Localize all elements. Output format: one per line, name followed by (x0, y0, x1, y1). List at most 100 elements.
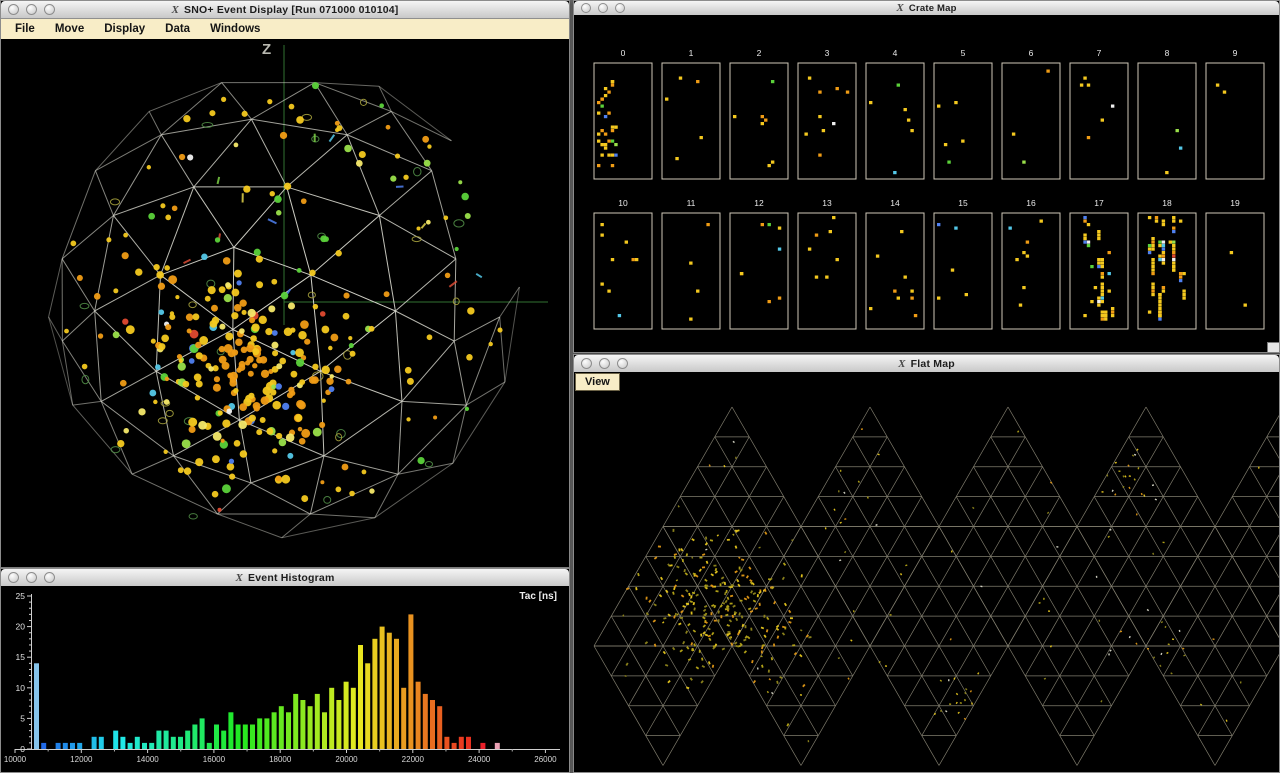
window-title: XCrate Map (574, 2, 1279, 14)
resize-handle[interactable] (1267, 342, 1279, 352)
minimize-button[interactable] (26, 572, 37, 583)
close-button[interactable] (581, 358, 592, 369)
menu-windows[interactable]: Windows (200, 21, 270, 37)
svg-text:0: 0 (20, 744, 25, 754)
histogram-bar (495, 743, 500, 749)
histogram-bar (171, 737, 176, 749)
histogram-bar (466, 737, 471, 749)
svg-text:12: 12 (754, 198, 764, 208)
flat-map-titlebar[interactable]: XFlat Map (574, 355, 1279, 373)
svg-text:15: 15 (958, 198, 968, 208)
histogram-bar (272, 712, 277, 749)
histogram-bar (408, 614, 413, 749)
histogram-bar (430, 700, 435, 749)
crate-panel-8 (1165, 129, 1182, 174)
crate-panel-9 (1216, 84, 1226, 94)
crate-map-titlebar[interactable]: XCrate Map (574, 1, 1279, 16)
histogram-bar (41, 743, 46, 749)
histogram-bar (56, 743, 61, 749)
svg-text:17: 17 (1094, 198, 1104, 208)
svg-text:5: 5 (20, 713, 25, 723)
histogram-bar (336, 700, 341, 749)
z-axis-label: Z (262, 41, 271, 58)
svg-text:5: 5 (961, 48, 966, 58)
histogram-bar (99, 737, 104, 749)
svg-text:18000: 18000 (269, 755, 292, 764)
crate-panel-13 (808, 216, 839, 279)
histogram-bar (228, 712, 233, 749)
svg-text:1: 1 (689, 48, 694, 58)
svg-text:6: 6 (1029, 48, 1034, 58)
svg-text:20: 20 (16, 622, 26, 632)
histogram-bar (322, 712, 327, 749)
svg-text:7: 7 (1097, 48, 1102, 58)
zoom-button[interactable] (617, 358, 628, 369)
histogram-bar (70, 743, 75, 749)
histogram-bar (286, 712, 291, 749)
histogram-bar (164, 731, 169, 749)
svg-text:10: 10 (16, 683, 26, 693)
window-title: XSNO+ Event Display [Run 071000 010104] (1, 4, 569, 16)
histogram-bar (293, 694, 298, 749)
histogram-axis-caption: Tac [ns] (519, 591, 557, 602)
histogram-bar (315, 694, 320, 749)
crate-panel-18 (1148, 216, 1186, 321)
close-button[interactable] (8, 572, 19, 583)
histogram-bar (200, 718, 205, 749)
sphere-display-canvas[interactable] (1, 39, 569, 567)
event-histogram-titlebar[interactable]: XEvent Histogram (1, 569, 569, 587)
close-button[interactable] (8, 4, 19, 15)
histogram-bar (34, 663, 39, 749)
crate-panel-14 (869, 230, 917, 317)
svg-text:0: 0 (621, 48, 626, 58)
crate-panel-10 (600, 223, 638, 317)
event-display-menubar: File Move Display Data Windows (1, 19, 569, 40)
svg-text:16: 16 (1026, 198, 1036, 208)
histogram-bar (192, 725, 197, 750)
view-menu-button[interactable]: View (575, 373, 620, 391)
histogram-bar (250, 725, 255, 750)
crate-panel-1 (665, 77, 703, 161)
svg-text:11: 11 (687, 198, 696, 208)
svg-text:14: 14 (890, 198, 900, 208)
svg-text:10: 10 (618, 198, 628, 208)
histogram-bar (178, 737, 183, 749)
histogram-canvas[interactable]: 0510152025100001200014000160001800020000… (1, 586, 569, 772)
crate-panel-6 (1012, 70, 1050, 164)
svg-text:22000: 22000 (402, 755, 425, 764)
svg-text:19: 19 (1230, 198, 1240, 208)
histogram-bar (257, 718, 262, 749)
menu-display[interactable]: Display (94, 21, 155, 37)
histogram-bar (149, 743, 154, 749)
close-button[interactable] (581, 3, 591, 13)
crate-panel-15 (937, 223, 968, 300)
svg-text:4: 4 (893, 48, 898, 58)
menu-file[interactable]: File (5, 21, 45, 37)
flat-map-window: XFlat Map View (573, 354, 1280, 773)
zoom-button[interactable] (44, 572, 55, 583)
zoom-button[interactable] (44, 4, 55, 15)
histogram-bar (236, 725, 241, 750)
histogram-bar (77, 743, 82, 749)
minimize-button[interactable] (26, 4, 37, 15)
svg-text:24000: 24000 (468, 755, 491, 764)
crate-panel-16 (1008, 220, 1042, 307)
flat-map-canvas[interactable] (574, 372, 1279, 772)
menu-data[interactable]: Data (155, 21, 200, 37)
minimize-button[interactable] (598, 3, 608, 13)
crate-map-canvas[interactable]: 012345678910111213141516171819 (574, 15, 1279, 352)
menu-move[interactable]: Move (45, 21, 94, 37)
histogram-bar (351, 688, 356, 749)
crate-map-window: XCrate Map 01234567891011121314151617181… (573, 0, 1280, 353)
histogram-bar (380, 627, 385, 749)
histogram-bar (444, 737, 449, 749)
zoom-button[interactable] (615, 3, 625, 13)
x11-logo-icon: X (898, 358, 906, 370)
crate-panel-7 (1080, 77, 1114, 140)
histogram-bar (142, 743, 147, 749)
histogram-bar (459, 737, 464, 749)
histogram-bar (423, 694, 428, 749)
event-display-titlebar[interactable]: XSNO+ Event Display [Run 071000 010104] (1, 1, 569, 19)
minimize-button[interactable] (599, 358, 610, 369)
histogram-bar (365, 663, 370, 749)
